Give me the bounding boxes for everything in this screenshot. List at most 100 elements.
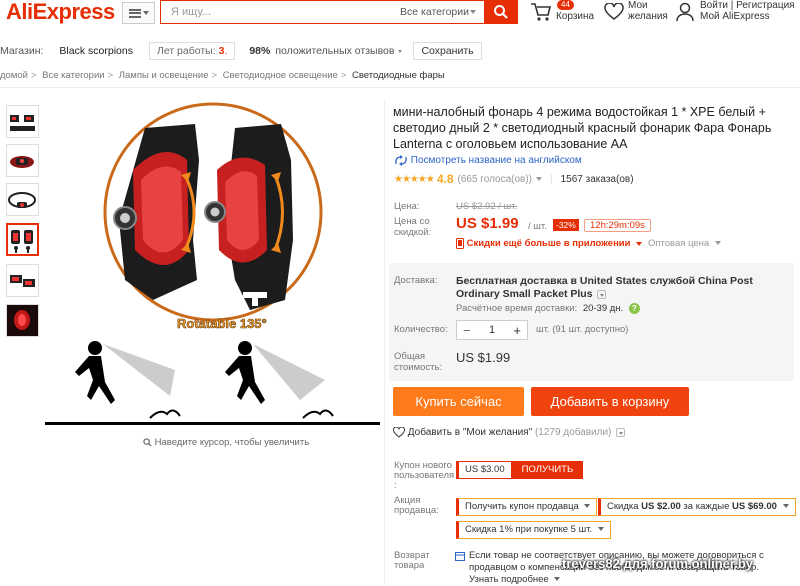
gallery-thumbnail[interactable] xyxy=(6,304,39,337)
get-coupon-button[interactable]: ПОЛУЧИТЬ xyxy=(511,461,584,479)
wishlist-label-line2: желания xyxy=(628,11,668,22)
divider xyxy=(0,87,800,88)
chevron-down-icon[interactable] xyxy=(597,289,607,299)
chevron-down-icon xyxy=(782,504,789,509)
forum-watermark: trevers82 для forum.onliner.by xyxy=(562,556,753,571)
price-label: Цена: xyxy=(394,201,420,212)
wishlist-label-line1: Мои xyxy=(628,0,648,11)
new-user-coupon: US $3.00 ПОЛУЧИТЬ xyxy=(456,461,584,479)
chevron-down-icon[interactable] xyxy=(554,577,561,582)
add-to-wishlist-link[interactable]: Добавить в "Мои желания" (1279 добавили) xyxy=(392,426,626,438)
app-discount-link[interactable]: Скидки ещё больше в приложении xyxy=(456,238,643,249)
quantity-value[interactable]: 1 xyxy=(489,324,495,336)
cart-count-badge: 44 xyxy=(557,0,574,10)
countdown-timer: 12h:29m:09s xyxy=(584,219,651,232)
chevron-down-icon xyxy=(636,241,643,246)
promo-threshold: US $69.00 xyxy=(732,501,777,512)
help-icon[interactable]: ? xyxy=(628,303,640,314)
chevron-down-icon xyxy=(584,504,591,509)
store-bar: Магазин: Black scorpions Лет работы: 3. … xyxy=(0,40,800,62)
product-main-image[interactable]: Rotatable 135° xyxy=(45,100,380,430)
rating-row: ★★★★★ 4.8 (665 голоса(ов)) | 1567 заказа… xyxy=(394,172,634,186)
breadcrumb: домой > Все категории > Лампы и освещение >… xyxy=(0,70,445,81)
chevron-down-icon[interactable] xyxy=(396,47,405,56)
total-label: Общая стоимость: xyxy=(394,351,443,373)
breadcrumb-lamps[interactable]: Лампы и освещение xyxy=(119,70,209,81)
quantity-available: шт. (91 шт. доступно) xyxy=(536,324,629,335)
store-years-label: Лет работы: xyxy=(156,45,216,57)
feedback-label[interactable]: положительных отзывов xyxy=(275,45,394,57)
menu-icon xyxy=(128,8,141,18)
rating-votes[interactable]: (665 голоса(ов)) xyxy=(458,174,533,185)
wholesale-price-link[interactable]: Оптовая цена xyxy=(648,238,721,249)
rating-value[interactable]: 4.8 xyxy=(437,172,454,186)
header: AliExpress Я ищу... Все категории 44 Кор… xyxy=(0,0,800,25)
search-category-label: Все категории xyxy=(400,6,469,18)
search-button[interactable] xyxy=(484,0,518,24)
bulk-discount-label: Скидка 1% при покупке 5 шт. xyxy=(465,524,593,535)
chevron-down-icon xyxy=(714,241,721,246)
translate-title-link[interactable]: Посмотреть название на английском xyxy=(394,155,582,166)
store-years: Лет работы: 3. xyxy=(148,42,236,60)
store-label: Магазин: xyxy=(0,45,44,57)
shipping-time-value: 20-39 дн. xyxy=(582,303,624,315)
shipping-label: Доставка: xyxy=(394,275,438,286)
bulk-discount-dropdown[interactable]: Скидка 1% при покупке 5 шт. xyxy=(456,521,611,539)
current-price: US $1.99 xyxy=(456,215,519,232)
shipping-info[interactable]: Бесплатная доставка в United States служ… xyxy=(456,275,788,301)
gallery-thumbnail[interactable] xyxy=(6,183,39,216)
user-icon xyxy=(676,2,694,22)
zoom-icon xyxy=(143,438,152,447)
plus-icon[interactable]: + xyxy=(513,323,521,338)
divider xyxy=(384,100,385,585)
breadcrumb-headlamps[interactable]: Светодиодные фары xyxy=(352,70,445,81)
quantity-stepper[interactable]: − 1 + xyxy=(456,320,528,340)
gallery-thumbnail[interactable] xyxy=(6,264,39,297)
cart-label: Корзина xyxy=(556,11,595,22)
search-category-select[interactable]: Все категории xyxy=(392,0,484,24)
gallery-thumbnail[interactable] xyxy=(6,144,39,177)
category-menu-button[interactable] xyxy=(122,2,155,24)
shipping-time-label: Расчётное время доставки: xyxy=(456,303,578,315)
gallery-thumbnail[interactable] xyxy=(6,105,39,138)
wishlist-link[interactable]: Мои желания xyxy=(604,0,674,24)
heart-icon xyxy=(392,426,406,438)
feedback-percent: 98% xyxy=(249,45,271,57)
learn-more-link[interactable]: Узнать подробнее xyxy=(469,574,549,585)
buy-now-button[interactable]: Купить сейчас xyxy=(393,387,524,416)
breadcrumb-home[interactable]: домой xyxy=(0,70,28,81)
zoom-hint-text: Наведите курсор, чтобы увеличить xyxy=(154,437,310,448)
total-price: US $1.99 xyxy=(456,350,511,365)
phone-icon xyxy=(456,238,464,249)
return-label: Возврат товара xyxy=(394,550,430,571)
calendar-icon xyxy=(455,552,465,561)
coupon-value: US $3.00 xyxy=(456,461,512,479)
new-user-coupon-label: Купон нового пользователя : xyxy=(394,460,455,491)
save-store-button[interactable]: Сохранить xyxy=(413,42,482,60)
zoom-hint: Наведите курсор, чтобы увеличить xyxy=(143,437,309,448)
star-rating-icon: ★★★★★ xyxy=(394,173,435,185)
breadcrumb-all-categories[interactable]: Все категории xyxy=(42,70,104,81)
my-aliexpress-link[interactable]: Мой AliExpress xyxy=(700,11,770,22)
old-price: US $2.92 / шт. xyxy=(456,201,518,212)
seller-promo-label: Акция продавца: xyxy=(394,495,439,516)
discount-promo-dropdown[interactable]: Скидка US $2.00 за каждые US $69.00 xyxy=(598,498,796,516)
aliexpress-logo[interactable]: AliExpress xyxy=(6,0,115,24)
gallery-thumbnail-active[interactable] xyxy=(6,223,39,256)
get-seller-coupon-dropdown[interactable]: Получить купон продавца xyxy=(456,498,598,516)
chevron-down-icon xyxy=(597,527,604,532)
chevron-down-icon[interactable] xyxy=(536,177,543,181)
store-name[interactable]: Black scorpions xyxy=(59,45,133,57)
promo-amount: US $2.00 xyxy=(641,501,681,512)
heart-icon xyxy=(604,3,624,20)
login-register-link[interactable]: Войти | Регистрация xyxy=(700,0,795,11)
translate-title-label: Посмотреть название на английском xyxy=(410,155,582,167)
account-menu[interactable]: Войти | Регистрация Мой AliExpress xyxy=(676,0,800,24)
add-to-cart-button[interactable]: Добавить в корзину xyxy=(531,387,689,416)
breadcrumb-led[interactable]: Светодиодное освещение xyxy=(223,70,338,81)
chevron-down-icon xyxy=(142,11,149,15)
chevron-down-icon[interactable] xyxy=(616,428,626,437)
minus-icon[interactable]: − xyxy=(463,323,471,338)
cart-link[interactable]: 44 Корзина xyxy=(530,0,600,24)
search-input[interactable]: Я ищу... xyxy=(160,0,392,24)
